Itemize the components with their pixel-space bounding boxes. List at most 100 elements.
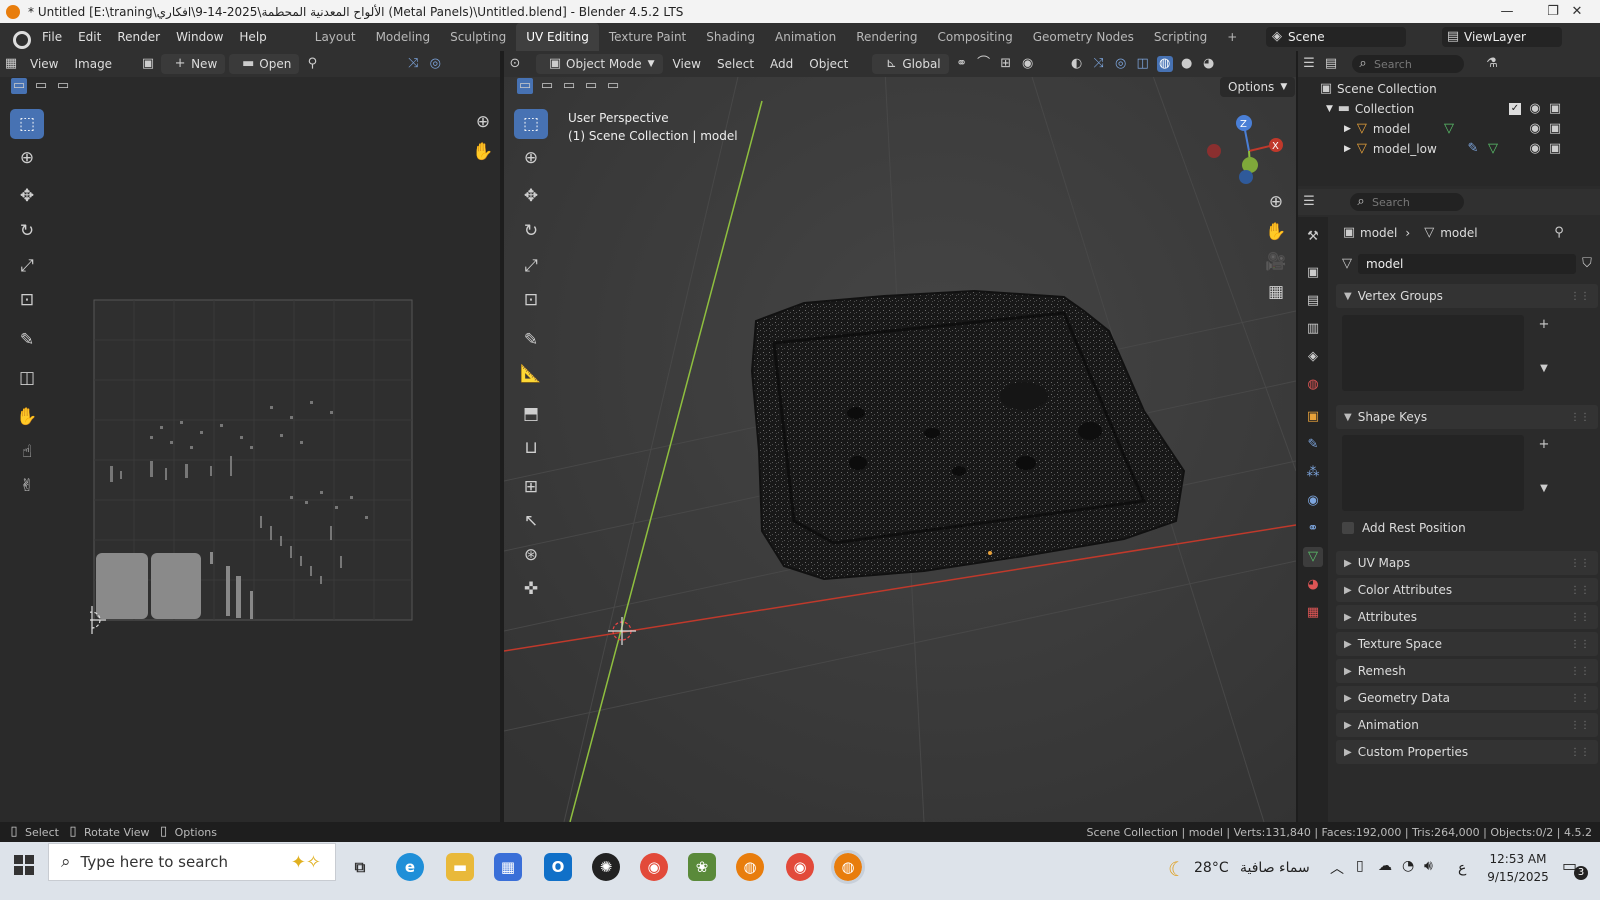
drag-grip-icon[interactable]: ⋮⋮ bbox=[1570, 693, 1590, 704]
edge-browser-icon[interactable]: e bbox=[396, 853, 424, 881]
vp-pointer-tool-icon[interactable]: ↖ bbox=[514, 506, 548, 536]
snap-icon[interactable]: ⌒ bbox=[976, 56, 992, 72]
weather-temperature[interactable]: 28°C bbox=[1194, 860, 1229, 876]
visibility-icon[interactable]: ◐ bbox=[1069, 56, 1085, 72]
texture-space-section[interactable]: ▶ Texture Space ⋮⋮ bbox=[1336, 632, 1598, 656]
outlook-icon[interactable]: O bbox=[544, 853, 572, 881]
world-tab-icon[interactable]: ◍ bbox=[1303, 375, 1323, 395]
3d-viewport[interactable]: ⊙ ▣ Object Mode ▼ View Select Add Object ⊾… bbox=[504, 51, 1296, 822]
vp-select-invert-icon[interactable]: ▭ bbox=[583, 78, 599, 94]
taskbar-clock[interactable]: 12:53 AM 9/15/2025 bbox=[1480, 850, 1556, 886]
add-vertex-group-icon[interactable]: + bbox=[1536, 317, 1552, 333]
geometry-data-section[interactable]: ▶ Geometry Data ⋮⋮ bbox=[1336, 686, 1598, 710]
vp-select-new-icon[interactable]: ▭ bbox=[517, 78, 533, 94]
blender-active-taskbar-icon[interactable]: ◍ bbox=[831, 850, 865, 884]
camera-render-icon[interactable]: ▣ bbox=[1547, 121, 1563, 137]
attributes-section[interactable]: ▶ Attributes ⋮⋮ bbox=[1336, 605, 1598, 629]
network-wifi-icon[interactable]: ◔ bbox=[1402, 858, 1414, 874]
tab-shading[interactable]: Shading bbox=[696, 23, 765, 51]
overlay-toggle-icon[interactable]: ◎ bbox=[427, 56, 443, 72]
mesh-browse-icon[interactable]: ▽ bbox=[1339, 256, 1355, 272]
menu-file[interactable]: File bbox=[34, 23, 70, 51]
render-tab-icon[interactable]: ▣ bbox=[1303, 263, 1323, 283]
open-image-button[interactable]: ▬ Open bbox=[229, 54, 300, 74]
drag-grip-icon[interactable]: ⋮⋮ bbox=[1570, 639, 1590, 650]
camera-render-icon[interactable]: ▣ bbox=[1547, 101, 1563, 117]
gizmo-icon[interactable]: ⤨ bbox=[1091, 56, 1107, 72]
pin-icon[interactable]: ⚲ bbox=[1551, 225, 1567, 241]
weather-moon-icon[interactable]: ☾ bbox=[1168, 857, 1186, 881]
outliner-search-input[interactable]: ⌕ Search bbox=[1352, 55, 1464, 73]
file-explorer-icon[interactable]: ▬ bbox=[446, 853, 474, 881]
grab-tool-icon[interactable]: ✋ bbox=[10, 402, 44, 432]
menu-edit[interactable]: Edit bbox=[70, 23, 109, 51]
volume-icon[interactable]: 🔊︎ bbox=[1424, 858, 1433, 874]
drag-grip-icon[interactable]: ⋮⋮ bbox=[1570, 720, 1590, 731]
outliner-row-model[interactable]: ▶ ▽ model ▽ ◉ ▣ bbox=[1298, 119, 1600, 139]
modifier-tab-icon[interactable]: ✎ bbox=[1303, 435, 1323, 455]
drag-grip-icon[interactable]: ⋮⋮ bbox=[1570, 747, 1590, 758]
drag-grip-icon[interactable]: ⋮⋮ bbox=[1570, 412, 1590, 423]
shape-key-menu-icon[interactable]: ▼ bbox=[1536, 481, 1552, 497]
vp-move-view-tool-icon[interactable]: ✜ bbox=[514, 574, 548, 604]
tab-layout[interactable]: Layout bbox=[305, 23, 366, 51]
eye-icon[interactable]: ◉ bbox=[1527, 101, 1543, 117]
blender-menu-icon[interactable] bbox=[10, 29, 31, 49]
relax-tool-icon[interactable]: ☝ bbox=[10, 437, 44, 467]
tab-geometry-nodes[interactable]: Geometry Nodes bbox=[1023, 23, 1144, 51]
wireframe-shading-icon[interactable]: ◍ bbox=[1156, 56, 1173, 72]
texture-tab-icon[interactable]: ▦ bbox=[1303, 603, 1323, 623]
camera-render-icon[interactable]: ▣ bbox=[1547, 141, 1563, 157]
output-tab-icon[interactable]: ▤ bbox=[1303, 291, 1323, 311]
properties-search-input[interactable]: ⌕ Search bbox=[1350, 193, 1464, 211]
add-rest-position-checkbox[interactable] bbox=[1342, 522, 1354, 534]
material-tab-icon[interactable]: ◕ bbox=[1303, 575, 1323, 595]
snap-target-icon[interactable]: ⊞ bbox=[998, 56, 1014, 72]
tray-chevron-up-icon[interactable]: ︿ bbox=[1330, 858, 1344, 878]
modifier-wrench-icon[interactable]: ✎ bbox=[1465, 141, 1481, 157]
vp-select-box-tool-icon[interactable]: ⬚ bbox=[514, 109, 548, 139]
move-tool-icon[interactable]: ✥ bbox=[10, 181, 44, 211]
gizmo-toggle-icon[interactable]: ⤨ bbox=[405, 56, 421, 72]
uv-maps-section[interactable]: ▶ UV Maps ⋮⋮ bbox=[1336, 551, 1598, 575]
outliner-editor-type-icon[interactable]: ☰ bbox=[1301, 56, 1317, 72]
vp-select-subtract-icon[interactable]: ▭ bbox=[561, 78, 577, 94]
mesh-data-icon[interactable]: ▽ bbox=[1485, 141, 1501, 157]
proportional-edit-icon[interactable]: ◉ bbox=[1020, 56, 1036, 72]
editor-type-icon[interactable]: ▦ bbox=[3, 56, 19, 72]
properties-panel[interactable]: ☰ ⌕ Search ⚒ ▣ ▤ ▥ ◈ ◍ ▣ ✎ ⁂ ◉ ⚭ ▽ ◕ ▦ ▣… bbox=[1298, 189, 1600, 822]
tab-animation[interactable]: Animation bbox=[765, 23, 846, 51]
minimize-button[interactable]: — bbox=[1484, 0, 1530, 23]
color-attributes-section[interactable]: ▶ Color Attributes ⋮⋮ bbox=[1336, 578, 1598, 602]
uv-menu-image[interactable]: Image bbox=[66, 57, 120, 71]
vp-select-extend-icon[interactable]: ▭ bbox=[539, 78, 555, 94]
material-shading-icon[interactable]: ◕ bbox=[1201, 56, 1217, 72]
viewlayer-selector[interactable]: ▤ ViewLayer bbox=[1442, 27, 1562, 47]
select-box-tool-icon[interactable]: ⬚ bbox=[10, 109, 44, 139]
meet-icon[interactable]: ▯ bbox=[1356, 858, 1364, 874]
add-rest-position-row[interactable]: Add Rest Position bbox=[1342, 521, 1466, 535]
mesh-data-icon[interactable]: ▽ bbox=[1441, 121, 1457, 137]
drag-grip-icon[interactable]: ⋮⋮ bbox=[1570, 585, 1590, 596]
outliner-panel[interactable]: ☰ ▤ ⌕ Search ⚗ ▣ Scene Collection ▼ ▬ Co… bbox=[1298, 51, 1600, 186]
vp-annotate-tool-icon[interactable]: ✎ bbox=[514, 325, 548, 355]
drag-grip-icon[interactable]: ⋮⋮ bbox=[1570, 291, 1590, 302]
viewport-menu-object[interactable]: Object bbox=[801, 57, 856, 71]
cursor-tool-icon[interactable]: ⊕ bbox=[10, 143, 44, 173]
xray-icon[interactable]: ◫ bbox=[1135, 56, 1151, 72]
animation-section[interactable]: ▶ Animation ⋮⋮ bbox=[1336, 713, 1598, 737]
outliner-row-model-low[interactable]: ▶ ▽ model_low ✎ ▽ ◉ ▣ bbox=[1298, 139, 1600, 159]
select-new-icon[interactable]: ▭ bbox=[11, 78, 27, 94]
new-image-button[interactable]: + New bbox=[161, 54, 226, 74]
viewport-options-button[interactable]: Options ▼ bbox=[1220, 77, 1296, 97]
vp-frame-tool-icon[interactable]: ⊞ bbox=[514, 472, 548, 502]
scene-selector[interactable]: ◈ Scene bbox=[1266, 27, 1406, 47]
pinch-tool-icon[interactable]: ✌ bbox=[10, 471, 44, 501]
pan-view-icon[interactable]: ✋ bbox=[470, 137, 496, 167]
custom-properties-section[interactable]: ▶ Custom Properties ⋮⋮ bbox=[1336, 740, 1598, 764]
tab-compositing[interactable]: Compositing bbox=[927, 23, 1022, 51]
physics-tab-icon[interactable]: ◉ bbox=[1303, 491, 1323, 511]
mesh-datablock-field[interactable]: ▽ model ⛉ bbox=[1336, 253, 1598, 275]
viewport-menu-select[interactable]: Select bbox=[709, 57, 762, 71]
scale-tool-icon[interactable]: ⤢ bbox=[10, 251, 44, 281]
